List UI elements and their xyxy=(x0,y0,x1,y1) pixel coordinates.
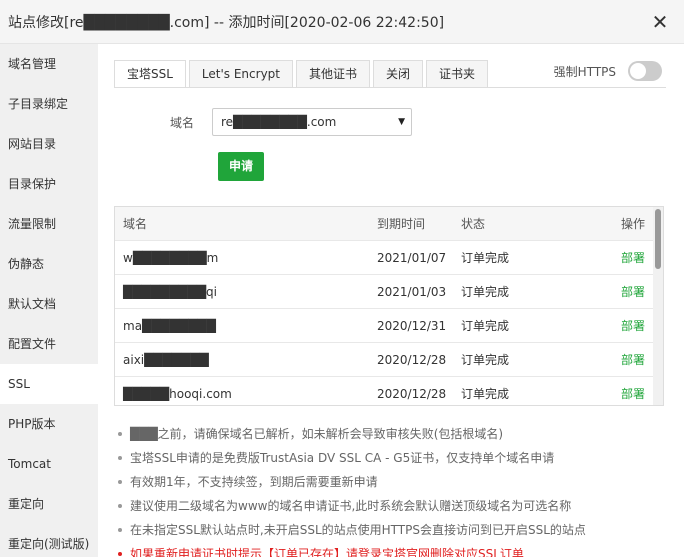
sidebar-item-directory-protection[interactable]: 目录保护 xyxy=(0,164,98,204)
note-item: 在未指定SSL默认站点时,未开启SSL的站点使用HTTPS会直接访问到已开启SS… xyxy=(116,518,676,542)
settings-sidebar: 域名管理 子目录绑定 网站目录 目录保护 流量限制 伪静态 默认文档 配置文件 … xyxy=(0,44,98,557)
sidebar-item-redirect-beta[interactable]: 重定向(测试版) xyxy=(0,524,98,557)
deploy-link[interactable]: 部署 xyxy=(613,377,653,405)
header-status: 状态 xyxy=(461,217,486,231)
close-icon[interactable]: ✕ xyxy=(650,12,670,32)
chevron-down-icon: ▼ xyxy=(398,117,405,127)
sidebar-item-default-document[interactable]: 默认文档 xyxy=(0,284,98,324)
row-domain: █████████qi xyxy=(123,285,218,299)
table-row: █████hooqi.com 2020/12/28 订单完成 部署 xyxy=(115,377,663,405)
sidebar-item-subdirectory-binding[interactable]: 子目录绑定 xyxy=(0,84,98,124)
table-row: ma████████ 2020/12/31 订单完成 部署 xyxy=(115,309,663,343)
row-expires: 2020/12/28 xyxy=(377,353,447,367)
header-domain: 域名 xyxy=(123,217,148,231)
table-row: aixi███████ 2020/12/28 订单完成 部署 xyxy=(115,343,663,377)
force-https-toggle[interactable] xyxy=(628,61,662,81)
tab-close[interactable]: 关闭 xyxy=(373,60,424,88)
table-row: █████████qi 2021/01/03 订单完成 部署 xyxy=(115,275,663,309)
dialog-titlebar: 站点修改[re████████.com] -- 添加时间[2020-02-06 … xyxy=(0,0,684,44)
row-domain: ma████████ xyxy=(123,319,216,333)
note-warning: 如果重新申请证书时提示【订单已存在】请登录宝塔官网删除对应SSL订单 xyxy=(116,542,676,557)
row-expires: 2021/01/07 xyxy=(377,251,447,265)
row-expires: 2020/12/31 xyxy=(377,319,447,333)
dialog-title: 站点修改[re████████.com] -- 添加时间[2020-02-06 … xyxy=(8,14,445,31)
row-domain: █████hooqi.com xyxy=(123,387,232,401)
row-status: 订单完成 xyxy=(461,319,510,333)
tabs-divider xyxy=(114,87,666,88)
force-https-control: 强制HTTPS xyxy=(554,61,662,81)
sidebar-item-ssl[interactable]: SSL xyxy=(0,364,98,404)
tab-cert-folder[interactable]: 证书夹 xyxy=(426,60,489,88)
row-status: 订单完成 xyxy=(461,251,510,265)
tab-other-cert[interactable]: 其他证书 xyxy=(296,60,371,88)
scrollbar-thumb[interactable] xyxy=(655,209,661,269)
table-header: 域名 到期时间 状态 操作 xyxy=(115,207,663,241)
sidebar-item-tomcat[interactable]: Tomcat xyxy=(0,444,98,484)
deploy-link[interactable]: 部署 xyxy=(613,343,653,376)
deploy-link[interactable]: 部署 xyxy=(613,275,653,308)
row-status: 订单完成 xyxy=(461,285,510,299)
sidebar-item-config-file[interactable]: 配置文件 xyxy=(0,324,98,364)
table-row: w████████m 2021/01/07 订单完成 部署 xyxy=(115,241,663,275)
toggle-knob xyxy=(630,63,646,79)
sidebar-item-site-directory[interactable]: 网站目录 xyxy=(0,124,98,164)
tab-bt-ssl[interactable]: 宝塔SSL xyxy=(114,60,186,88)
sidebar-item-rewrite[interactable]: 伪静态 xyxy=(0,244,98,284)
row-domain: aixi███████ xyxy=(123,353,209,367)
sidebar-item-traffic-limit[interactable]: 流量限制 xyxy=(0,204,98,244)
row-expires: 2020/12/28 xyxy=(377,387,447,401)
domain-select-value: re████████.com xyxy=(221,115,337,129)
ssl-tabs: 宝塔SSL Let's Encrypt 其他证书 关闭 证书夹 xyxy=(114,60,491,88)
sidebar-item-php-version[interactable]: PHP版本 xyxy=(0,404,98,444)
row-status: 订单完成 xyxy=(461,353,510,367)
sidebar-item-redirect[interactable]: 重定向 xyxy=(0,484,98,524)
ssl-panel: 宝塔SSL Let's Encrypt 其他证书 关闭 证书夹 强制HTTPS … xyxy=(98,44,684,557)
deploy-link[interactable]: 部署 xyxy=(613,241,653,274)
tab-lets-encrypt[interactable]: Let's Encrypt xyxy=(188,60,293,88)
force-https-label: 强制HTTPS xyxy=(553,64,616,79)
site-edit-dialog: 站点修改[re████████.com] -- 添加时间[2020-02-06 … xyxy=(0,0,684,557)
sidebar-item-domain-management[interactable]: 域名管理 xyxy=(0,44,98,84)
note-item: 宝塔SSL申请的是免费版TrustAsia DV SSL CA - G5证书，仅… xyxy=(116,446,676,470)
table-scrollbar[interactable] xyxy=(653,207,663,405)
domain-label: 域名 xyxy=(170,115,195,130)
header-action: 操作 xyxy=(620,217,645,231)
row-expires: 2021/01/03 xyxy=(377,285,447,299)
apply-button[interactable]: 申请 xyxy=(218,152,264,181)
note-item: ███之前，请确保域名已解析，如未解析会导致审核失败(包括根域名) xyxy=(116,422,676,446)
ssl-notes: ███之前，请确保域名已解析，如未解析会导致审核失败(包括根域名) 宝塔SSL申… xyxy=(116,422,676,557)
row-domain: w████████m xyxy=(123,251,219,265)
domain-select[interactable]: re████████.com ▼ xyxy=(212,108,412,136)
domain-row: 域名 re████████.com ▼ xyxy=(170,108,412,136)
note-item: 建议使用二级域名为www的域名申请证书,此时系统会默认赠送顶级域名为可选名称 xyxy=(116,494,676,518)
header-expires: 到期时间 xyxy=(377,217,426,231)
row-status: 订单完成 xyxy=(461,387,510,401)
deploy-link[interactable]: 部署 xyxy=(613,309,653,342)
note-item: 有效期1年，不支持续签，到期后需要重新申请 xyxy=(116,470,676,494)
cert-order-table: 域名 到期时间 状态 操作 w████████m 2021/01/07 订单完成… xyxy=(114,206,664,406)
